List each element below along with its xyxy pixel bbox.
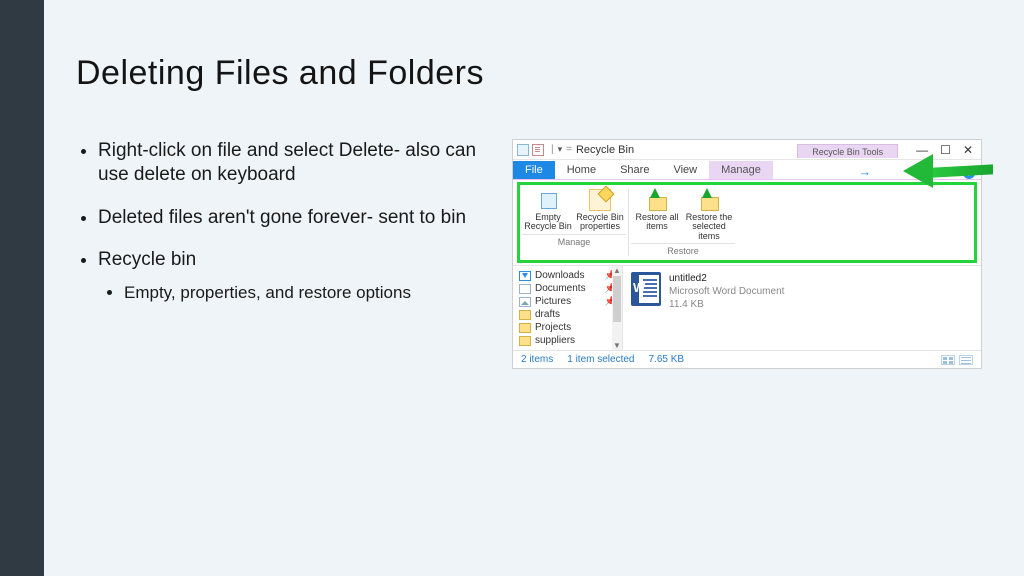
nav-item-projects[interactable]: Projects — [519, 321, 622, 334]
nav-scrollbar[interactable]: ▲ ▼ — [612, 266, 622, 350]
nav-label: Pictures — [535, 296, 571, 307]
nav-forward-icon[interactable]: → — [858, 164, 871, 179]
button-label: Restore all items — [631, 213, 683, 232]
bullet-item: Deleted files aren't gone forever- sent … — [98, 206, 492, 230]
nav-label: suppliers — [535, 335, 575, 346]
restore-all-button[interactable]: Restore all items — [631, 189, 683, 241]
bullet-list: Right-click on file and select Delete- a… — [76, 139, 492, 369]
tab-view[interactable]: View — [661, 161, 709, 179]
qat-dropdown-icon[interactable]: ▾ — [558, 144, 563, 155]
bullet-item: Recycle bin Empty, properties, and resto… — [98, 248, 492, 304]
restore-icon — [698, 189, 720, 211]
nav-item-drafts[interactable]: drafts — [519, 308, 622, 321]
nav-label: drafts — [535, 309, 560, 320]
tab-share[interactable]: Share — [608, 161, 661, 179]
nav-item-suppliers[interactable]: suppliers — [519, 334, 622, 347]
view-list-button[interactable] — [959, 355, 973, 365]
folder-icon — [519, 336, 531, 346]
bullet-item: Right-click on file and select Delete- a… — [98, 139, 492, 188]
ribbon-group-manage: Empty Recycle Bin Recycle Bin properties… — [522, 189, 626, 256]
properties-icon — [589, 189, 611, 211]
scroll-up-icon[interactable]: ▲ — [612, 266, 622, 275]
quick-access-icon[interactable] — [532, 144, 544, 156]
file-name: untitled2 — [669, 272, 784, 285]
button-label: Recycle Bin properties — [574, 213, 626, 232]
slide: Deleting Files and Folders Right-click o… — [0, 0, 1024, 576]
separator: | — [551, 144, 554, 155]
scroll-down-icon[interactable]: ▼ — [612, 341, 622, 350]
recycle-bin-properties-button[interactable]: Recycle Bin properties — [574, 189, 626, 232]
scroll-thumb[interactable] — [613, 276, 621, 322]
window-titlebar: | ▾ = Recycle Bin Recycle Bin Tools — ☐ … — [513, 140, 981, 160]
ribbon-tabs: File Home Share View Manage → ? — [513, 160, 981, 180]
status-selection: 1 item selected — [567, 354, 634, 365]
file-list-pane[interactable]: untitled2 Microsoft Word Document 11.4 K… — [623, 266, 981, 350]
nav-label: Projects — [535, 322, 571, 333]
close-button[interactable]: ✕ — [963, 143, 973, 157]
slide-content: Deleting Files and Folders Right-click o… — [44, 0, 1024, 576]
restore-selected-button[interactable]: Restore the selected items — [683, 189, 735, 241]
window-title: Recycle Bin — [576, 144, 634, 156]
ribbon-highlight: Empty Recycle Bin Recycle Bin properties… — [517, 182, 977, 263]
nav-item-downloads[interactable]: Downloads📌 — [519, 269, 622, 282]
ribbon-group-label: Manage — [522, 234, 626, 247]
tab-home[interactable]: Home — [555, 161, 608, 179]
empty-recycle-bin-button[interactable]: Empty Recycle Bin — [522, 189, 574, 232]
pictures-icon — [519, 297, 531, 307]
file-info: untitled2 Microsoft Word Document 11.4 K… — [669, 272, 784, 311]
file-size: 11.4 KB — [669, 298, 784, 311]
folder-icon — [519, 323, 531, 333]
file-type: Microsoft Word Document — [669, 285, 784, 298]
nav-label: Documents — [535, 283, 586, 294]
slide-title: Deleting Files and Folders — [76, 54, 994, 93]
word-document-icon — [631, 272, 661, 306]
ribbon-group-restore: Restore all items Restore the selected i… — [631, 189, 735, 256]
status-bar: 2 items 1 item selected 7.65 KB — [513, 350, 981, 368]
status-size: 7.65 KB — [649, 354, 685, 365]
button-label: Empty Recycle Bin — [522, 213, 574, 232]
ribbon-divider — [628, 189, 629, 256]
bullet-text: Recycle bin — [98, 249, 196, 270]
maximize-button[interactable]: ☐ — [940, 143, 951, 157]
recycle-bin-icon — [537, 189, 559, 211]
help-icon[interactable]: ? — [963, 167, 975, 179]
context-tab-label: Recycle Bin Tools — [797, 144, 898, 158]
nav-item-documents[interactable]: Documents📌 — [519, 282, 622, 295]
file-item[interactable]: untitled2 Microsoft Word Document 11.4 K… — [631, 272, 973, 311]
separator: = — [566, 144, 572, 155]
status-item-count: 2 items — [521, 354, 553, 365]
navigation-pane: Downloads📌 Documents📌 Pictures📌 drafts P… — [513, 266, 623, 350]
minimize-button[interactable]: — — [916, 143, 928, 157]
sub-bullet-item: Empty, properties, and restore options — [124, 282, 492, 304]
downloads-icon — [519, 271, 531, 281]
folder-icon — [519, 310, 531, 320]
nav-item-pictures[interactable]: Pictures📌 — [519, 295, 622, 308]
nav-label: Downloads — [535, 270, 584, 281]
button-label: Restore the selected items — [683, 213, 735, 241]
tab-file[interactable]: File — [513, 161, 555, 179]
view-grid-button[interactable] — [941, 355, 955, 365]
explorer-window: | ▾ = Recycle Bin Recycle Bin Tools — ☐ … — [512, 139, 982, 369]
slide-accent-bar — [0, 0, 44, 576]
restore-icon — [646, 189, 668, 211]
documents-icon — [519, 284, 531, 294]
tab-manage[interactable]: Manage — [709, 161, 773, 179]
ribbon-group-label: Restore — [631, 243, 735, 256]
recycle-bin-icon — [517, 144, 529, 156]
